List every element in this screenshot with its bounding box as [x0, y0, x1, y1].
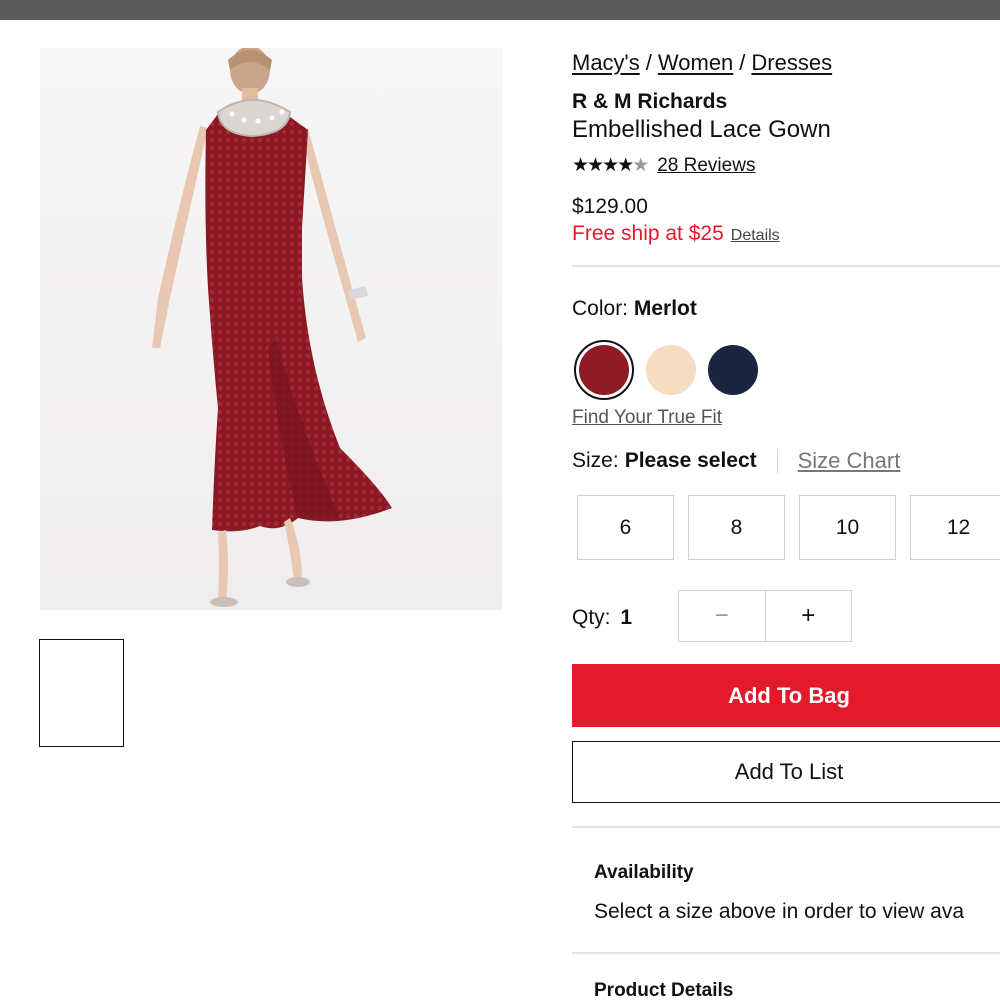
breadcrumb-separator: / — [645, 50, 652, 75]
availability-text: Select a size above in order to view ava — [594, 900, 965, 923]
breadcrumb-link-macys[interactable]: Macy's — [572, 50, 640, 75]
quantity-stepper: − + — [678, 590, 852, 642]
size-separator — [776, 449, 778, 473]
increase-quantity-button[interactable]: + — [765, 591, 851, 641]
product-info-panel: Macy's / Women / Dresses R & M Richards Embe… — [572, 20, 1000, 1000]
size-label-row: Size: Please select Size Chart — [572, 448, 900, 474]
price: $129.00 — [572, 195, 648, 218]
shipping-row: Free ship at $25 Details — [572, 222, 780, 246]
top-status-bar — [0, 0, 1000, 20]
star-rating: ★★★★★ — [572, 154, 649, 177]
decrease-quantity-button[interactable]: − — [679, 591, 766, 641]
color-label-row: Color: Merlot — [572, 297, 697, 321]
availability-heading: Availability — [594, 862, 694, 883]
breadcrumb-link-women[interactable]: Women — [658, 50, 733, 75]
size-chart-link[interactable]: Size Chart — [798, 448, 901, 474]
quantity-value: 1 — [620, 606, 633, 629]
divider — [572, 952, 1000, 954]
breadcrumb-link-dresses[interactable]: Dresses — [751, 50, 832, 75]
reviews-link[interactable]: 28 Reviews — [657, 155, 755, 177]
product-brand[interactable]: R & M Richards — [572, 90, 727, 114]
size-option-10[interactable]: 10 — [799, 495, 896, 560]
product-page: Macy's / Women / Dresses R & M Richards Embe… — [0, 20, 1000, 1000]
star-icon: ★ — [572, 155, 589, 176]
size-value: Please select — [624, 449, 757, 472]
find-true-fit-link[interactable]: Find Your True Fit — [572, 407, 722, 429]
color-swatches — [574, 340, 774, 406]
free-ship-text: Free ship at $25 — [572, 222, 724, 245]
divider — [572, 265, 1000, 267]
half-star-icon: ★ — [632, 155, 649, 176]
add-to-list-button[interactable]: Add To List — [572, 741, 1000, 803]
product-title: Embellished Lace Gown — [572, 116, 831, 143]
breadcrumb-separator: / — [739, 50, 746, 75]
size-option-6[interactable]: 6 — [577, 495, 674, 560]
color-swatch-champagne[interactable] — [646, 345, 696, 395]
color-swatch-merlot[interactable] — [579, 345, 629, 395]
size-label: Size: — [572, 449, 619, 472]
quantity-label: Qty: — [572, 606, 611, 629]
size-option-12[interactable]: 12 — [910, 495, 1000, 560]
star-icon: ★ — [602, 155, 619, 176]
star-icon: ★ — [587, 155, 604, 176]
thumbnail-image[interactable] — [39, 639, 124, 747]
divider — [572, 826, 1000, 828]
size-option-8[interactable]: 8 — [688, 495, 785, 560]
shipping-details-link[interactable]: Details — [731, 227, 780, 245]
add-to-bag-button[interactable]: Add To Bag — [572, 664, 1000, 727]
rating-row: ★★★★★ 28 Reviews — [572, 154, 755, 177]
breadcrumb: Macy's / Women / Dresses — [572, 50, 832, 76]
product-details-heading[interactable]: Product Details — [594, 980, 733, 1000]
model-in-dress-illustration — [40, 48, 502, 610]
main-product-image[interactable] — [40, 48, 502, 610]
quantity-label-row: Qty: 1 — [572, 606, 632, 630]
color-label: Color: — [572, 297, 629, 320]
star-icon: ★ — [617, 155, 634, 176]
selected-color-name: Merlot — [633, 297, 697, 320]
color-swatch-navy[interactable] — [708, 345, 758, 395]
